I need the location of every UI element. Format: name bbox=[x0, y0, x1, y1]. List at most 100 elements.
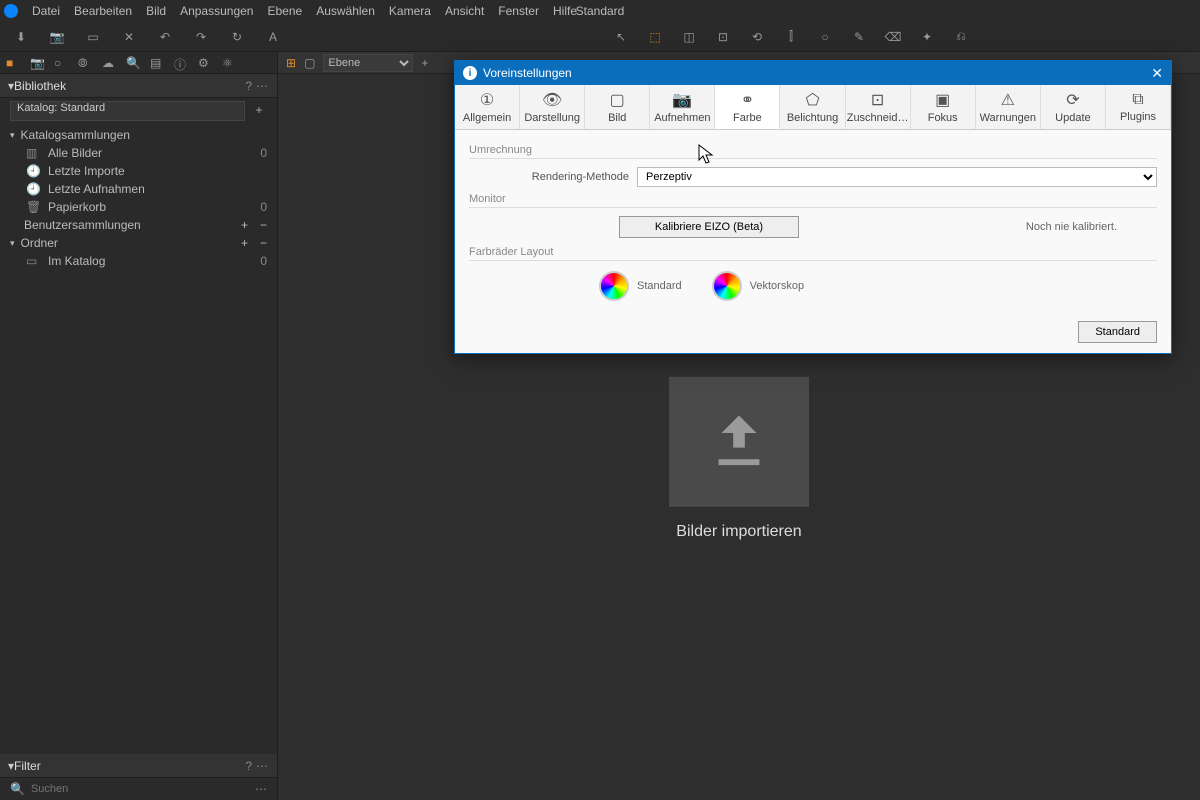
menu-datei[interactable]: Datei bbox=[32, 4, 60, 18]
search-input[interactable] bbox=[31, 783, 249, 795]
pref-tab-plugins[interactable]: ⧉Plugins bbox=[1106, 85, 1171, 129]
type-icon[interactable]: A bbox=[264, 28, 282, 46]
dialog-title: Voreinstellungen bbox=[483, 66, 572, 80]
reset-standard-button[interactable]: Standard bbox=[1078, 321, 1157, 343]
tab-circle-icon[interactable]: ○ bbox=[54, 56, 68, 70]
layer-select[interactable]: Ebene bbox=[323, 54, 413, 72]
remove-folder-button[interactable]: − bbox=[260, 236, 267, 250]
pref-tab-belichtung[interactable]: ⬠Belichtung bbox=[780, 85, 845, 129]
close-icon[interactable]: ✕ bbox=[120, 28, 138, 46]
tree-item-letzte-importe[interactable]: 🕘 Letzte Importe bbox=[0, 162, 277, 180]
help-icon[interactable]: ? bbox=[245, 759, 252, 773]
colorwheel-icon bbox=[712, 271, 742, 301]
crop2-tool-icon[interactable]: ⊡ bbox=[714, 28, 732, 46]
menu-auswaehlen[interactable]: Auswählen bbox=[316, 4, 375, 18]
tab-meta-icon[interactable]: ▤ bbox=[150, 56, 164, 70]
tab-icon: ⚭ bbox=[741, 90, 754, 110]
hand-tool-icon[interactable]: ⬚ bbox=[646, 28, 664, 46]
tree-item-im-katalog[interactable]: ▭ Im Katalog 0 bbox=[0, 252, 277, 270]
redo-alt-icon[interactable]: ↷ bbox=[192, 28, 210, 46]
grid-view-icon[interactable]: ⊞ bbox=[286, 56, 296, 70]
brush-tool-icon[interactable]: ✎ bbox=[850, 28, 868, 46]
catalog-select[interactable]: Katalog: Standard bbox=[10, 101, 245, 121]
pref-tab-farbe[interactable]: ⚭ Farbe bbox=[715, 85, 780, 129]
help-icon[interactable]: ? bbox=[245, 79, 252, 93]
colorwheel-standard[interactable]: Standard bbox=[599, 271, 682, 301]
tab-icon: 👁 bbox=[542, 90, 562, 110]
colorwheel-vectorscope[interactable]: Vektorskop bbox=[712, 271, 804, 301]
keystone-tool-icon[interactable]: ⫿ bbox=[782, 28, 800, 46]
heal-tool-icon[interactable]: ✦ bbox=[918, 28, 936, 46]
tree-item-count: 0 bbox=[260, 200, 267, 214]
group-ordner[interactable]: ▾ Ordner + − bbox=[0, 234, 277, 252]
menu-bearbeiten[interactable]: Bearbeiten bbox=[74, 4, 132, 18]
menu-fenster[interactable]: Fenster bbox=[498, 4, 539, 18]
folder-icon[interactable]: ▭ bbox=[84, 28, 102, 46]
more-icon[interactable]: ⋯ bbox=[256, 759, 269, 773]
calibrate-button[interactable]: Kalibriere EIZO (Beta) bbox=[619, 216, 799, 238]
tab-cloud-icon[interactable]: ☁ bbox=[102, 56, 116, 70]
arrow-tool-icon[interactable]: ↖ bbox=[612, 28, 630, 46]
pref-tab-bild[interactable]: ▢Bild bbox=[585, 85, 650, 129]
tab-search-icon[interactable]: 🔍 bbox=[126, 56, 140, 70]
tab-share-icon[interactable]: ⚛ bbox=[222, 56, 236, 70]
tree-item-label: Papierkorb bbox=[48, 200, 252, 214]
menu-hilfe[interactable]: Hilfe bbox=[553, 4, 577, 18]
pref-tab-darstellung[interactable]: 👁Darstellung bbox=[520, 85, 585, 129]
menu-anpassungen[interactable]: Anpassungen bbox=[180, 4, 253, 18]
redo-icon[interactable]: ↻ bbox=[228, 28, 246, 46]
tree-item-alle-bilder[interactable]: ▥ Alle Bilder 0 bbox=[0, 144, 277, 162]
tree-item-count: 0 bbox=[260, 146, 267, 160]
group-katalogsammlungen[interactable]: ▾ Katalogsammlungen bbox=[0, 126, 277, 144]
search-options-icon[interactable]: ⋯ bbox=[255, 782, 267, 796]
pref-tab-allgemein[interactable]: ①Allgemein bbox=[455, 85, 520, 129]
tab-link-icon[interactable]: ⦾ bbox=[78, 56, 92, 70]
add-catalog-button[interactable]: + bbox=[251, 103, 267, 119]
single-view-icon[interactable]: ▢ bbox=[304, 56, 315, 70]
pref-tab-warnungen[interactable]: ⚠Warnungen bbox=[976, 85, 1041, 129]
add-folder-button[interactable]: + bbox=[241, 236, 248, 250]
pref-tab-aufnehmen[interactable]: 📷Aufnehmen bbox=[650, 85, 715, 129]
import-icon[interactable]: ⬇ bbox=[12, 28, 30, 46]
tree-item-label: Im Katalog bbox=[48, 254, 252, 268]
menu-kamera[interactable]: Kamera bbox=[389, 4, 431, 18]
tab-label: Farbe bbox=[733, 112, 762, 124]
section-umrechnung: Umrechnung bbox=[469, 144, 1157, 159]
tree-item-label: Letzte Importe bbox=[48, 164, 259, 178]
pref-tab-update[interactable]: ⟳Update bbox=[1041, 85, 1106, 129]
remove-collection-button[interactable]: − bbox=[260, 218, 267, 232]
tab-folder-icon[interactable]: ■ bbox=[6, 56, 20, 70]
clone-tool-icon[interactable]: ⎌ bbox=[952, 28, 970, 46]
main-toolbar: ⬇ 📷 ▭ ✕ ↶ ↷ ↻ A ↖ ⬚ ◫ ⊡ ⟲ ⫿ ○ ✎ ⌫ ✦ ⎌ bbox=[0, 22, 1200, 52]
pref-tab-fokus[interactable]: ▣Fokus bbox=[911, 85, 976, 129]
menu-ebene[interactable]: Ebene bbox=[267, 4, 302, 18]
tab-gear-icon[interactable]: ⚙ bbox=[198, 56, 212, 70]
tab-label: Bild bbox=[608, 112, 626, 124]
group-benutzersammlungen[interactable]: Benutzersammlungen + − bbox=[0, 216, 277, 234]
tree-item-papierkorb[interactable]: 🗑 Papierkorb 0 bbox=[0, 198, 277, 216]
import-label: Bilder importieren bbox=[669, 523, 809, 541]
close-button[interactable]: ✕ bbox=[1151, 65, 1163, 82]
crop-tool-icon[interactable]: ◫ bbox=[680, 28, 698, 46]
more-icon[interactable]: ⋯ bbox=[256, 79, 269, 93]
add-layer-button[interactable]: + bbox=[421, 56, 428, 70]
spot-tool-icon[interactable]: ○ bbox=[816, 28, 834, 46]
rendering-method-select[interactable]: Perzeptiv bbox=[637, 167, 1157, 187]
workspace-mode[interactable]: Standard bbox=[576, 4, 625, 18]
tab-icon: ① bbox=[480, 90, 494, 110]
filter-title: Filter bbox=[14, 759, 245, 773]
erase-tool-icon[interactable]: ⌫ bbox=[884, 28, 902, 46]
section-monitor: Monitor bbox=[469, 193, 1157, 208]
camera-icon[interactable]: 📷 bbox=[48, 28, 66, 46]
pref-tab-zuschneid[interactable]: ⊡Zuschneid… bbox=[846, 85, 911, 129]
chevron-down-icon: ▾ bbox=[10, 130, 15, 141]
menu-ansicht[interactable]: Ansicht bbox=[445, 4, 484, 18]
tab-info-icon[interactable]: ⓘ bbox=[174, 56, 188, 70]
rotate-tool-icon[interactable]: ⟲ bbox=[748, 28, 766, 46]
undo-icon[interactable]: ↶ bbox=[156, 28, 174, 46]
tree-item-letzte-aufnahmen[interactable]: 🕘 Letzte Aufnahmen bbox=[0, 180, 277, 198]
tab-camera-icon[interactable]: 📷 bbox=[30, 56, 44, 70]
import-placeholder[interactable]: Bilder importieren bbox=[669, 377, 809, 541]
add-collection-button[interactable]: + bbox=[241, 218, 248, 232]
menu-bild[interactable]: Bild bbox=[146, 4, 166, 18]
